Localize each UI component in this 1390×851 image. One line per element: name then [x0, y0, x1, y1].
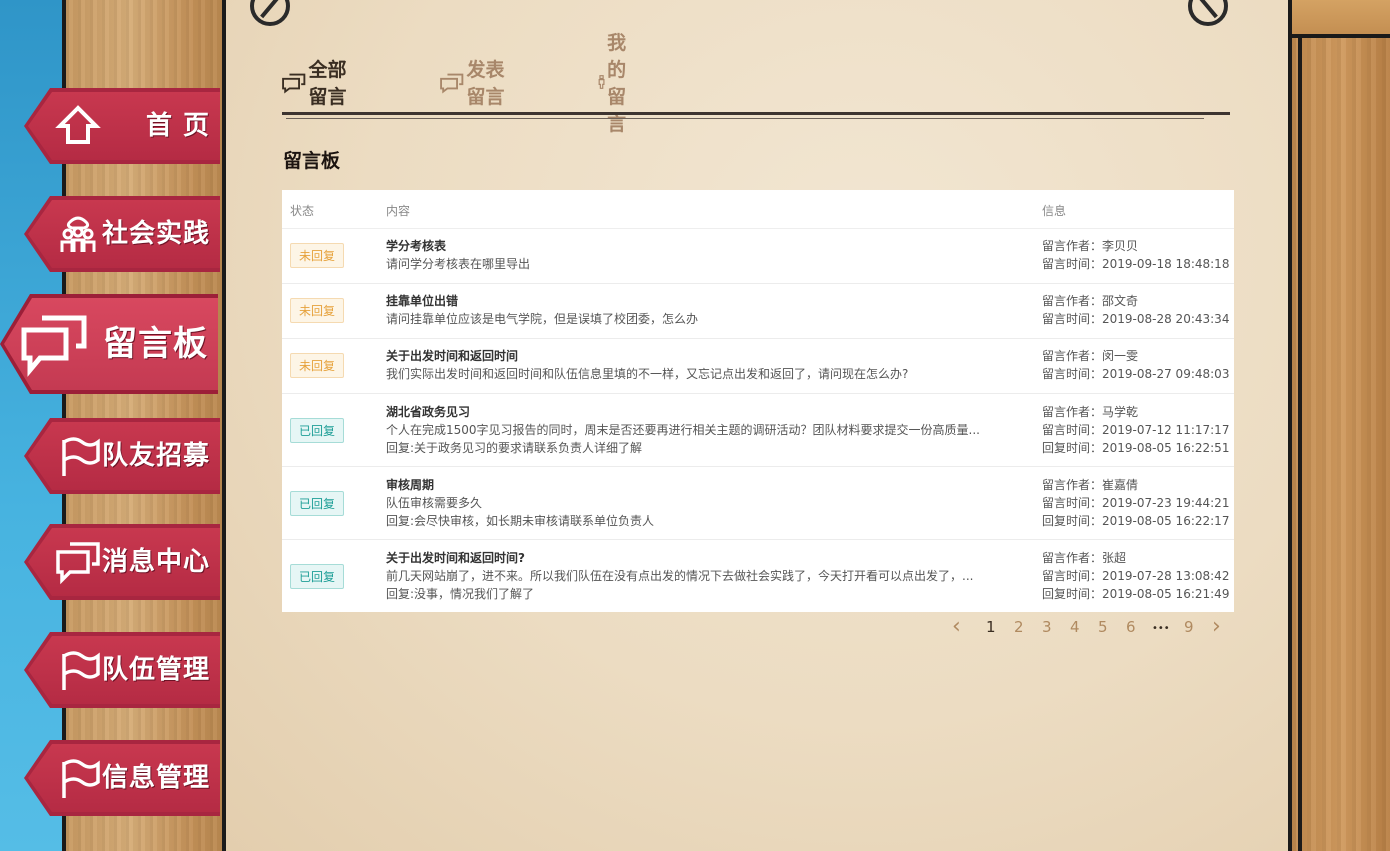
table-row[interactable]: 已回复 审核周期 队伍审核需要多久 回复:会尽快审核，如长期未审核请联系单位负责…	[282, 467, 1234, 540]
message-time: 留言时间：2019-09-18 18:48:18	[1042, 257, 1230, 271]
message-body: 前几天网站崩了，进不来。所以我们队伍在没有点出发的情况下去做社会实践了，今天打开…	[386, 569, 974, 583]
message-title[interactable]: 关于出发时间和返回时间?	[386, 549, 1026, 567]
table-header: 状态 内容 信息	[282, 190, 1234, 229]
people-icon	[60, 216, 96, 252]
page-button[interactable]: 6	[1126, 618, 1136, 636]
nav-label: 队伍管理	[101, 655, 210, 685]
prev-page-button[interactable]: ‹	[952, 614, 961, 639]
message-title[interactable]: 挂靠单位出错	[386, 292, 1026, 310]
page-button[interactable]: 5	[1098, 618, 1108, 636]
message-author: 留言作者：李贝贝	[1042, 239, 1139, 253]
flag-icon	[62, 759, 100, 798]
tab-label: 发表留言	[466, 59, 505, 108]
tab-all-messages[interactable]: 全部留言	[282, 59, 349, 108]
message-body: 请问学分考核表在哪里导出	[386, 257, 531, 271]
table-row[interactable]: 未回复 学分考核表 请问学分考核表在哪里导出 留言作者：李贝贝 留言时间：201…	[282, 229, 1234, 284]
divider	[286, 118, 1204, 119]
status-badge: 未回复	[290, 298, 345, 323]
message-time: 留言时间：2019-07-23 19:44:21	[1042, 496, 1230, 510]
chat-icon	[56, 542, 100, 585]
table-row[interactable]: 已回复 关于出发时间和返回时间? 前几天网站崩了，进不来。所以我们队伍在没有点出…	[282, 540, 1234, 612]
person-icon	[598, 75, 605, 89]
chat-icon	[21, 315, 87, 377]
page-button[interactable]: 1	[986, 618, 996, 636]
tab-post-message[interactable]: 发表留言	[440, 59, 507, 108]
divider	[282, 112, 1230, 115]
nav-item-home[interactable]: 首 页	[24, 88, 220, 164]
flag-icon	[62, 437, 100, 476]
right-wood	[1292, 0, 1390, 851]
message-author: 留言作者：邵文奇	[1042, 294, 1139, 308]
status-badge: 已回复	[290, 418, 345, 443]
nav-item-social-practice[interactable]: 社会实践	[24, 196, 220, 272]
table-row[interactable]: 已回复 湖北省政务见习 个人在完成1500字见习报告的同时，周末是否还要再进行相…	[282, 394, 1234, 467]
tab-label: 我的留言	[607, 32, 627, 135]
nav-item-info-manage[interactable]: 信息管理	[24, 740, 220, 816]
reply-time: 回复时间：2019-08-05 16:21:49	[1042, 587, 1230, 601]
message-reply: 回复:关于政务见习的要求请联系负责人详细了解	[386, 441, 643, 455]
page-button[interactable]: 2	[1014, 618, 1024, 636]
chat-icon	[440, 73, 464, 94]
page-ellipsis[interactable]: •••	[1152, 623, 1170, 634]
message-title[interactable]: 关于出发时间和返回时间	[386, 347, 1026, 365]
next-page-button[interactable]: ›	[1212, 614, 1221, 639]
nav-item-recruit[interactable]: 队友招募	[24, 418, 220, 494]
home-icon	[55, 105, 101, 144]
page-button[interactable]: 9	[1184, 618, 1194, 636]
message-author: 留言作者：崔嘉倩	[1042, 478, 1139, 492]
page-title: 留言板	[283, 150, 341, 172]
status-badge: 已回复	[290, 564, 345, 589]
nav-label: 社会实践	[101, 219, 210, 249]
message-author: 留言作者：马学乾	[1042, 405, 1139, 419]
nav-label: 队友招募	[101, 441, 210, 471]
table-row[interactable]: 未回复 挂靠单位出错 请问挂靠单位应该是电气学院，但是误填了校团委，怎么办 留言…	[282, 284, 1234, 339]
nav-label: 信息管理	[101, 763, 210, 793]
nav-label: 消息中心	[101, 547, 210, 577]
reply-time: 回复时间：2019-08-05 16:22:51	[1042, 441, 1230, 455]
header-content: 内容	[386, 204, 411, 218]
page-button[interactable]: 4	[1070, 618, 1080, 636]
header-info: 信息	[1042, 204, 1067, 218]
nav-item-message-center[interactable]: 消息中心	[24, 524, 220, 600]
message-author: 留言作者：闵一雯	[1042, 349, 1139, 363]
message-body: 队伍审核需要多久	[386, 496, 483, 510]
nav-item-message-board[interactable]: 留言板	[0, 294, 218, 394]
message-body: 请问挂靠单位应该是电气学院，但是误填了校团委，怎么办	[386, 312, 699, 326]
message-reply: 回复:没事，情况我们了解了	[386, 587, 535, 601]
page-button[interactable]: 3	[1042, 618, 1052, 636]
message-reply: 回复:会尽快审核，如长期未审核请联系单位负责人	[386, 514, 655, 528]
flag-icon	[62, 651, 100, 690]
message-title[interactable]: 湖北省政务见习	[386, 403, 1026, 421]
message-title[interactable]: 审核周期	[386, 476, 1026, 494]
header-status: 状态	[290, 204, 315, 218]
nav-item-team-manage[interactable]: 队伍管理	[24, 632, 220, 708]
message-body: 个人在完成1500字见习报告的同时，周末是否还要再进行相关主题的调研活动？团队材…	[386, 423, 980, 437]
message-author: 留言作者：张超	[1042, 551, 1127, 565]
chat-icon	[282, 73, 306, 94]
tab-my-messages[interactable]: 我的留言	[598, 32, 637, 135]
message-time: 留言时间：2019-07-12 11:17:17	[1042, 423, 1230, 437]
reply-time: 回复时间：2019-08-05 16:22:17	[1042, 514, 1230, 528]
nav-label: 留言板	[103, 324, 208, 364]
status-badge: 已回复	[290, 491, 345, 516]
tab-label: 全部留言	[308, 59, 347, 108]
message-time: 留言时间：2019-08-27 09:48:03	[1042, 367, 1230, 381]
message-title[interactable]: 学分考核表	[386, 237, 1026, 255]
status-badge: 未回复	[290, 243, 345, 268]
status-badge: 未回复	[290, 353, 345, 378]
message-body: 我们实际出发时间和返回时间和队伍信息里填的不一样，又忘记点出发和返回了，请问现在…	[386, 367, 909, 381]
nav-label: 首 页	[145, 111, 210, 141]
message-time: 留言时间：2019-08-28 20:43:34	[1042, 312, 1230, 326]
message-table: 状态 内容 信息 未回复 学分考核表 请问学分考核表在哪里导出 留言作者：李贝贝…	[282, 190, 1234, 612]
table-row[interactable]: 未回复 关于出发时间和返回时间 我们实际出发时间和返回时间和队伍信息里填的不一样…	[282, 339, 1234, 394]
message-time: 留言时间：2019-07-28 13:08:42	[1042, 569, 1230, 583]
